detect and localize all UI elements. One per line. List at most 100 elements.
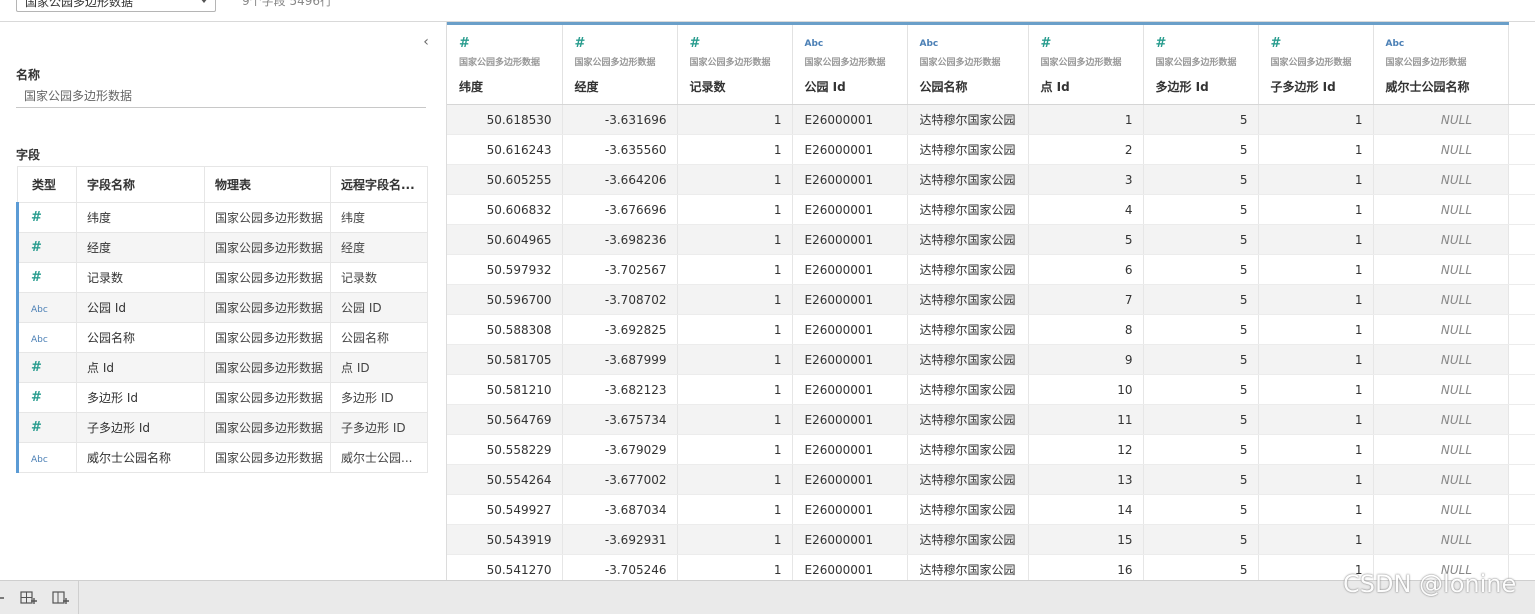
fields-table: 类型 字段名称 物理表 远程字段名... # 纬度 国家公园多边形数据 纬度 # 经度 国家…: [16, 166, 428, 473]
table-cell: 10: [1028, 374, 1144, 405]
number-type-icon[interactable]: #: [459, 37, 562, 51]
table-cell: 5: [1143, 104, 1259, 135]
fields-header-type[interactable]: 类型: [17, 166, 77, 203]
column-header[interactable]: # 国家公园多边形数据 纬度: [447, 22, 563, 105]
field-name-cell[interactable]: 多边形 Id: [76, 382, 205, 413]
number-type-icon[interactable]: #: [1156, 37, 1258, 51]
new-worksheet-icon[interactable]: [19, 589, 39, 607]
number-type-icon: #: [31, 390, 42, 405]
number-type-icon[interactable]: #: [690, 37, 792, 51]
table-cell: E26000001: [792, 194, 908, 225]
table-row: 50.558229 -3.679029 1 E26000001 达特穆尔国家公园 12 5 1…: [447, 434, 1535, 465]
number-type-icon[interactable]: #: [1041, 37, 1143, 51]
table-cell: -3.682123: [562, 374, 678, 405]
table-cell: 1: [1258, 164, 1374, 195]
table-row: 50.604965 -3.698236 1 E26000001 达特穆尔国家公园 5 5 1 N…: [447, 224, 1535, 255]
table-cell: 5: [1143, 284, 1259, 315]
table-cell: 2: [1028, 134, 1144, 165]
number-type-icon: #: [31, 270, 42, 285]
column-header[interactable]: # 国家公园多边形数据 子多边形 Id: [1258, 22, 1374, 105]
field-name-cell[interactable]: 子多边形 Id: [76, 412, 205, 443]
datasource-info: 9个字段 5496行: [242, 0, 332, 8]
datasource-select-value: 国家公园多边形数据: [25, 0, 134, 9]
fields-header-remote[interactable]: 远程字段名...: [330, 166, 428, 203]
field-row[interactable]: Abc 威尔士公园名称 国家公园多边形数据 威尔士公园...: [16, 442, 428, 473]
field-name-cell[interactable]: 威尔士公园名称: [76, 442, 205, 473]
column-header[interactable]: # 国家公园多边形数据 记录数: [677, 22, 793, 105]
table-cell: 12: [1028, 434, 1144, 465]
field-type-cell[interactable]: #: [16, 382, 77, 413]
table-cell: 1: [1258, 494, 1374, 525]
table-cell: 1: [1258, 284, 1374, 315]
new-dashboard-icon[interactable]: [51, 589, 71, 607]
column-header[interactable]: Abc 国家公园多边形数据 公园名称: [907, 22, 1029, 105]
field-row[interactable]: # 多边形 Id 国家公园多边形数据 多边形 ID: [16, 382, 428, 413]
field-type-cell[interactable]: #: [16, 232, 77, 263]
fields-header-physical[interactable]: 物理表: [204, 166, 331, 203]
datasource-select[interactable]: 国家公园多边形数据: [16, 0, 216, 12]
field-row[interactable]: # 点 Id 国家公园多边形数据点 ID: [16, 352, 428, 383]
table-cell: NULL: [1373, 494, 1509, 525]
number-type-icon[interactable]: #: [1271, 37, 1373, 51]
table-cell: 1: [677, 374, 793, 405]
field-remote-cell: 子多边形 ID: [330, 412, 428, 443]
column-header[interactable]: # 国家公园多边形数据 多边形 Id: [1143, 22, 1259, 105]
table-cell: 5: [1143, 524, 1259, 555]
table-cell: -3.631696: [562, 104, 678, 135]
table-cell: E26000001: [792, 314, 908, 345]
table-cell: 6: [1028, 254, 1144, 285]
string-type-icon[interactable]: Abc: [920, 37, 1028, 51]
column-header[interactable]: # 国家公园多边形数据 经度: [562, 22, 678, 105]
column-header[interactable]: Abc 国家公园多边形数据 公园 Id: [792, 22, 908, 105]
table-cell: 1: [677, 134, 793, 165]
table-cell: E26000001: [792, 524, 908, 555]
field-name-cell[interactable]: 点 Id: [76, 352, 205, 383]
table-cell: 5: [1143, 134, 1259, 165]
field-type-cell[interactable]: #: [16, 202, 77, 233]
field-row[interactable]: Abc 公园 Id 国家公园多边形数据 公园 ID: [16, 292, 428, 323]
collapse-panel-icon[interactable]: ‹: [419, 34, 433, 50]
table-cell: 1: [1258, 314, 1374, 345]
table-cell: 1: [677, 434, 793, 465]
field-row[interactable]: # 子多边形 Id 国家公园多边形数据 子多边形 ID: [16, 412, 428, 443]
field-type-cell[interactable]: Abc: [16, 322, 77, 353]
field-remote-cell: 公园 ID: [330, 292, 428, 323]
table-cell: 50.604965: [447, 224, 563, 255]
field-type-cell[interactable]: Abc: [16, 292, 77, 323]
field-name-cell[interactable]: 记录数: [76, 262, 205, 293]
table-cell: 达特穆尔国家公园: [907, 434, 1029, 465]
table-cell: 达特穆尔国家公园: [907, 524, 1029, 555]
field-type-cell[interactable]: #: [16, 352, 77, 383]
field-name-cell[interactable]: 公园名称: [76, 322, 205, 353]
number-type-icon[interactable]: #: [575, 37, 677, 51]
string-type-icon[interactable]: Abc: [805, 37, 907, 51]
name-field[interactable]: 国家公园多边形数据: [16, 86, 426, 108]
field-row[interactable]: # 纬度 国家公园多边形数据 纬度: [16, 202, 428, 233]
field-row[interactable]: # 记录数 国家公园多边形数据 记录数: [16, 262, 428, 293]
field-name-cell[interactable]: 公园 Id: [76, 292, 205, 323]
table-cell: 7: [1028, 284, 1144, 315]
string-type-icon[interactable]: Abc: [1386, 37, 1508, 51]
field-name-cell[interactable]: 经度: [76, 232, 205, 263]
table-cell: 1: [677, 344, 793, 375]
table-row-spacer: [1508, 164, 1535, 195]
table-row: 50.543919 -3.692931 1 E26000001 达特穆尔国家公园 15 5 1…: [447, 524, 1535, 555]
field-physical-cell: 国家公园多边形数据: [204, 232, 331, 263]
field-type-cell[interactable]: Abc: [16, 442, 77, 473]
field-row[interactable]: Abc 公园名称 国家公园多边形数据 公园名称: [16, 322, 428, 353]
column-header[interactable]: # 国家公园多边形数据点 Id: [1028, 22, 1144, 105]
field-row[interactable]: # 经度 国家公园多边形数据 经度: [16, 232, 428, 263]
fields-header-name[interactable]: 字段名称: [76, 166, 205, 203]
table-row-spacer: [1508, 224, 1535, 255]
table-cell: E26000001: [792, 464, 908, 495]
field-name-cell[interactable]: 纬度: [76, 202, 205, 233]
column-header[interactable]: Abc 国家公园多边形数据 威尔士公园名称: [1373, 22, 1509, 105]
table-row-spacer: [1508, 524, 1535, 555]
field-type-cell[interactable]: #: [16, 262, 77, 293]
field-type-cell[interactable]: #: [16, 412, 77, 443]
number-type-icon: #: [31, 210, 42, 225]
column-source: 国家公园多边形数据: [689, 58, 771, 68]
fields-table-header: 类型 字段名称 物理表 远程字段名...: [17, 166, 428, 203]
add-datasource-icon[interactable]: [0, 589, 12, 607]
table-cell: 1: [677, 314, 793, 345]
